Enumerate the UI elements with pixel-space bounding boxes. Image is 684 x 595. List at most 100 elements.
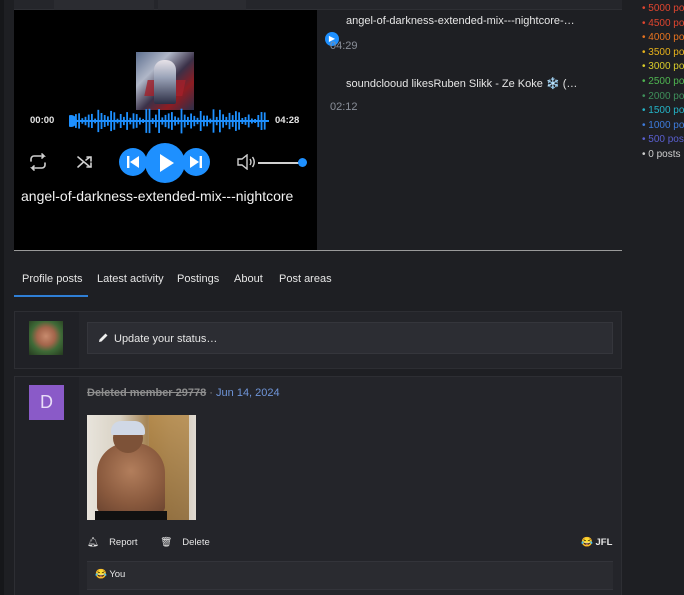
post-count-legend: • 5000 posts • 4500 posts • 4000 posts • 35… xyxy=(642,3,684,164)
volume-slider-knob[interactable] xyxy=(298,158,307,167)
play-button[interactable] xyxy=(145,143,185,183)
volume-icon[interactable] xyxy=(236,154,256,170)
waveform-bar xyxy=(193,115,196,127)
reactions-bar[interactable]: 😂 You xyxy=(87,561,613,590)
playlist-item-title: soundclooud likesRuben Slikk - Ze Koke ❄… xyxy=(346,78,578,90)
post-avatar[interactable]: D xyxy=(29,385,64,420)
playlist-item[interactable]: soundclooud likesRuben Slikk - Ze Koke ❄… xyxy=(330,77,580,122)
post-image[interactable] xyxy=(87,415,196,520)
waveform-bar xyxy=(260,112,263,130)
waveform-bar xyxy=(171,112,173,130)
shuffle-icon[interactable] xyxy=(76,153,94,171)
total-time: 04:28 xyxy=(275,115,300,126)
waveform-bar xyxy=(78,113,80,129)
legend-item: • 3000 posts xyxy=(642,61,684,73)
status-update-block: Update your status… xyxy=(14,311,622,369)
laugh-emoji-icon: 😂 xyxy=(95,569,107,580)
waveform-bar xyxy=(180,108,183,134)
waveform-bar xyxy=(123,116,125,126)
legend-item: • 5000 posts xyxy=(642,3,684,14)
waveform-bar xyxy=(103,115,106,127)
waveform-bar xyxy=(107,116,109,126)
tab-profile-posts[interactable]: Profile posts xyxy=(22,273,83,285)
report-button[interactable]: 🔔︎ Report xyxy=(87,537,148,548)
waveform-bar xyxy=(263,112,266,130)
volume-slider-track[interactable] xyxy=(258,162,302,164)
reaction-button[interactable]: 😂 JFL xyxy=(581,537,612,548)
previous-track-button[interactable] xyxy=(119,148,147,176)
legend-item: • 3500 posts xyxy=(642,46,684,58)
waveform-bar xyxy=(222,114,224,128)
top-bar xyxy=(14,0,622,10)
post-header: Deleted member 29778 · Jun 14, 2024 xyxy=(87,387,280,399)
waveform-bar xyxy=(139,117,141,125)
tab-post-areas[interactable]: Post areas xyxy=(279,273,332,285)
divider xyxy=(87,589,613,590)
waveform-bar xyxy=(116,118,119,124)
speech-notch xyxy=(79,332,87,348)
next-track-button[interactable] xyxy=(182,148,210,176)
repeat-icon[interactable] xyxy=(28,153,48,171)
waveform-bar xyxy=(215,116,218,126)
delete-button[interactable]: 🗑︎ Delete xyxy=(160,537,220,548)
album-cover xyxy=(136,52,194,110)
active-tab-indicator xyxy=(14,295,88,297)
top-bar-segment xyxy=(158,0,246,10)
profile-post: D Deleted member 29778 · Jun 14, 2024 🔔︎… xyxy=(14,376,622,595)
waveform-bar xyxy=(148,108,151,134)
waveform-bar xyxy=(251,118,253,124)
waveform-bar xyxy=(97,109,100,133)
waveform-bar xyxy=(113,112,116,130)
waveform-bar xyxy=(219,109,221,133)
tab-postings[interactable]: Postings xyxy=(177,273,219,285)
waveform-bar xyxy=(241,118,244,124)
reactions-summary: 😂 You xyxy=(95,569,125,580)
waveform-bar xyxy=(142,118,144,123)
waveform-bar xyxy=(119,114,122,128)
avatar[interactable] xyxy=(29,321,63,355)
waveform-bar xyxy=(81,118,84,124)
status-avatar-column xyxy=(15,312,79,368)
tab-about[interactable]: About xyxy=(234,273,263,285)
waveform-bar xyxy=(203,115,205,127)
waveform-bar xyxy=(238,112,240,130)
waveform-bar xyxy=(247,114,250,128)
waveform-bar xyxy=(177,117,180,125)
waveform-seekbar[interactable] xyxy=(69,106,269,136)
post-author[interactable]: Deleted member 29778 xyxy=(87,387,206,399)
playlist-item[interactable]: angel-of-darkness-extended-mix---nightco… xyxy=(325,15,580,60)
waveform-bar xyxy=(84,116,87,126)
waveform-bar xyxy=(228,112,231,130)
waveform-bar xyxy=(94,118,96,124)
music-player: 00:00 04:28 angel-of-darkness-extended-m… xyxy=(14,10,317,250)
laugh-emoji-icon: 😂 xyxy=(581,537,593,548)
waveform-bar xyxy=(174,116,176,126)
pencil-icon xyxy=(98,332,109,346)
post-actions: 🔔︎ Report 🗑︎ Delete xyxy=(87,537,230,548)
reaction-label: JFL xyxy=(595,537,613,548)
waveform-bar xyxy=(254,119,256,123)
waveform-bar xyxy=(132,113,135,129)
tab-latest-activity[interactable]: Latest activity xyxy=(97,273,164,285)
status-input[interactable]: Update your status… xyxy=(87,322,613,354)
profile-tabs: Profile posts Latest activity Postings A… xyxy=(14,262,622,297)
waveform-bar xyxy=(129,117,132,125)
legend-item: • 2500 posts xyxy=(642,75,684,87)
playlist-item-time: 02:12 xyxy=(330,101,358,113)
waveform-bar xyxy=(126,112,128,130)
waveform-bar xyxy=(164,114,167,128)
top-bar-segment xyxy=(54,0,154,10)
waveform-bar xyxy=(91,113,93,128)
status-placeholder: Update your status… xyxy=(114,333,218,345)
waveform-bar xyxy=(209,118,212,124)
waveform-bar xyxy=(196,117,199,125)
waveform-bar xyxy=(187,116,189,125)
now-playing-title: angel-of-darkness-extended-mix---nightco… xyxy=(21,188,294,204)
waveform-bar xyxy=(225,116,228,126)
left-edge xyxy=(0,0,4,595)
playlist-item-time: 04:29 xyxy=(330,40,358,52)
post-date[interactable]: Jun 14, 2024 xyxy=(216,387,280,399)
bell-icon: 🔔︎ xyxy=(87,537,100,548)
waveform-bar xyxy=(235,111,237,131)
playlist-item-title: angel-of-darkness-extended-mix---nightco… xyxy=(346,15,578,27)
